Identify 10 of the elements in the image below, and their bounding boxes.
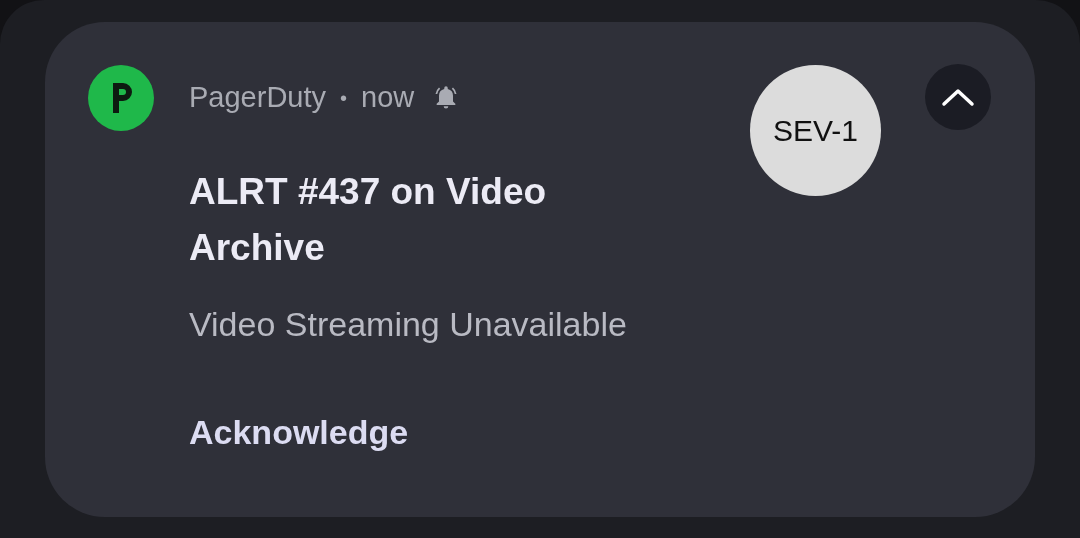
app-icon bbox=[88, 65, 154, 131]
app-name: PagerDuty bbox=[189, 80, 326, 116]
chevron-up-icon bbox=[941, 87, 975, 107]
notification-card[interactable]: PagerDuty • now ALRT #437 on Video Archive Video Streaming Unavailable Acknowledge SEV-1 bbox=[45, 22, 1035, 517]
severity-badge: SEV-1 bbox=[750, 65, 881, 196]
separator: • bbox=[340, 86, 348, 111]
notification-text: Video Streaming Unavailable bbox=[189, 304, 628, 345]
notification-title: ALRT #437 on Video Archive bbox=[189, 170, 548, 270]
timestamp: now bbox=[361, 80, 415, 116]
action-button[interactable]: Acknowledge bbox=[189, 410, 409, 454]
